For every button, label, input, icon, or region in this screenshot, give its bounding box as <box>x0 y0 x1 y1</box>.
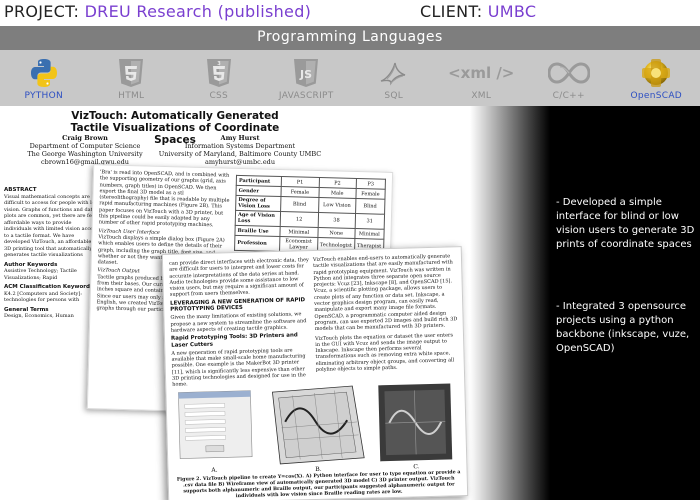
lang-label-css: CSS <box>209 91 229 101</box>
table-cell: Low Vision <box>318 197 356 214</box>
python-icon <box>27 56 61 90</box>
openscad-icon <box>639 56 673 90</box>
javascript-icon: JS <box>289 56 323 90</box>
lang-python[interactable]: PYTHON <box>0 50 88 106</box>
table-cell: Profession <box>234 235 280 252</box>
paper3-right-text-2: VizTouch plots the equation or dataset t… <box>314 331 455 374</box>
abstract-column: ABSTRACT Visual mathematical concepts ar… <box>4 184 100 320</box>
lang-javascript[interactable]: JS JAVASCRIPT <box>263 50 351 106</box>
client-heading: CLIENT: UMBC <box>420 2 536 21</box>
paper3-left-column: can provide direct interfaces with elect… <box>169 257 312 388</box>
table-cell: 31 <box>354 213 385 230</box>
sql-icon <box>377 56 411 90</box>
paper3-heading-1-text: Given the many limitations of existing s… <box>170 311 307 334</box>
table-cell: Age of Vision Loss <box>235 210 281 227</box>
table-cell: 12 <box>280 211 319 228</box>
client-label: CLIENT: <box>420 2 483 21</box>
client-name: UMBC <box>487 2 537 21</box>
svg-text:3: 3 <box>217 61 221 67</box>
lang-label-cpp: C/C++ <box>552 91 585 101</box>
lang-css[interactable]: 3 CSS <box>175 50 263 106</box>
author-name-1: Craig Brown <box>62 134 108 142</box>
html5-icon <box>114 56 148 90</box>
paper3-heading-2: Rapid Prototyping Tools: 3D Printers and… <box>170 332 298 349</box>
language-bar: PYTHON HTML 3 CSS JS JAVASCRIPT SQL <xml… <box>0 50 700 106</box>
header-bar: PROJECT: DREU Research (published) CLIEN… <box>0 0 700 26</box>
bullet-item: - Integrated 3 opensource projects using… <box>556 301 690 354</box>
lang-html[interactable]: HTML <box>88 50 176 106</box>
author-block-1: Craig Brown Department of Computer Scien… <box>20 134 150 166</box>
xml-glyph: <xml /> <box>448 64 515 82</box>
bullet-item: - Developed a simple interface for blind… <box>556 197 695 250</box>
paper3-heading-1: LEVERAGING A NEW GENERATION OF RAPID PRO… <box>170 297 306 313</box>
acm-heading: ACM Classification Keywords <box>4 284 94 290</box>
printed-output-image <box>378 383 453 462</box>
lang-label-sql: SQL <box>384 91 404 101</box>
xml-icon: <xml /> <box>446 56 516 90</box>
figure-caption: Figure 2. VizTouch pipeline to create Y=… <box>176 469 461 500</box>
table-cell: 38 <box>317 212 356 229</box>
lang-label-javascript: JAVASCRIPT <box>278 91 334 101</box>
lang-label-xml: XML <box>471 91 492 101</box>
project-bullets: - Developed a simple interface for blind… <box>556 196 700 404</box>
project-name: DREU Research (published) <box>84 2 312 21</box>
author-block-2: Amy Hurst Information Systems Department… <box>150 134 330 166</box>
author-inst-1: The George Washington University <box>27 150 143 158</box>
paper3-right-text: VizTouch enables end-users to automatica… <box>312 253 458 333</box>
terms-text: Design, Economics, Human <box>4 313 74 319</box>
wireframe-model-image <box>271 385 365 465</box>
author-dept-2: Information Systems Department <box>184 142 296 150</box>
acm-text: K4.2 [Computers and Society]: technologi… <box>4 290 82 304</box>
participant-table: Participant P1 P2 P3 Gender Female Male … <box>234 175 386 255</box>
lang-label-python: PYTHON <box>24 91 64 101</box>
keywords-text: Assistive Technology; Tactile Visualizat… <box>4 268 77 281</box>
project-label: PROJECT: <box>4 2 80 21</box>
lang-openscad[interactable]: OpenSCAD <box>613 50 700 106</box>
lang-sql[interactable]: SQL <box>350 50 438 106</box>
python-dialog-image <box>178 390 253 459</box>
paper-page-3: can provide direct interfaces with elect… <box>161 246 469 500</box>
author-inst-2: University of Maryland, Baltimore County… <box>158 150 322 158</box>
author-dept-1: Department of Computer Science <box>29 142 141 150</box>
table-cell: Degree of Vision Loss <box>235 195 281 212</box>
figure-label-a: A. <box>210 467 218 474</box>
document-fade <box>470 106 550 500</box>
lang-label-openscad: OpenSCAD <box>630 91 683 101</box>
abstract-text: Visual mathematical concepts are difficu… <box>4 193 99 259</box>
table-cell: Blind <box>280 196 319 213</box>
lang-cpp[interactable]: C/C++ <box>525 50 613 106</box>
project-heading: PROJECT: DREU Research (published) <box>4 2 311 21</box>
table-cell: Blind <box>355 198 385 215</box>
lang-xml[interactable]: <xml /> XML <box>438 50 526 106</box>
paper3-intro-text: can provide direct interfaces with elect… <box>168 257 309 299</box>
section-bar: Programming Languages <box>0 26 700 50</box>
author-email-2: amyhurst@umbc.edu <box>204 158 276 166</box>
section-title: Programming Languages <box>257 29 443 45</box>
paper3-right-column: VizTouch enables end-users to automatica… <box>313 253 460 373</box>
author-name-2: Amy Hurst <box>220 134 260 142</box>
paper2-text: 'Bra' is read into OpenSCAD, and is comb… <box>98 169 230 229</box>
css3-icon: 3 <box>202 56 236 90</box>
lang-label-html: HTML <box>118 91 145 101</box>
svg-text:JS: JS <box>299 68 312 81</box>
pipeline-figure: A. B. C. <box>178 383 453 474</box>
cpp-icon <box>547 56 591 90</box>
